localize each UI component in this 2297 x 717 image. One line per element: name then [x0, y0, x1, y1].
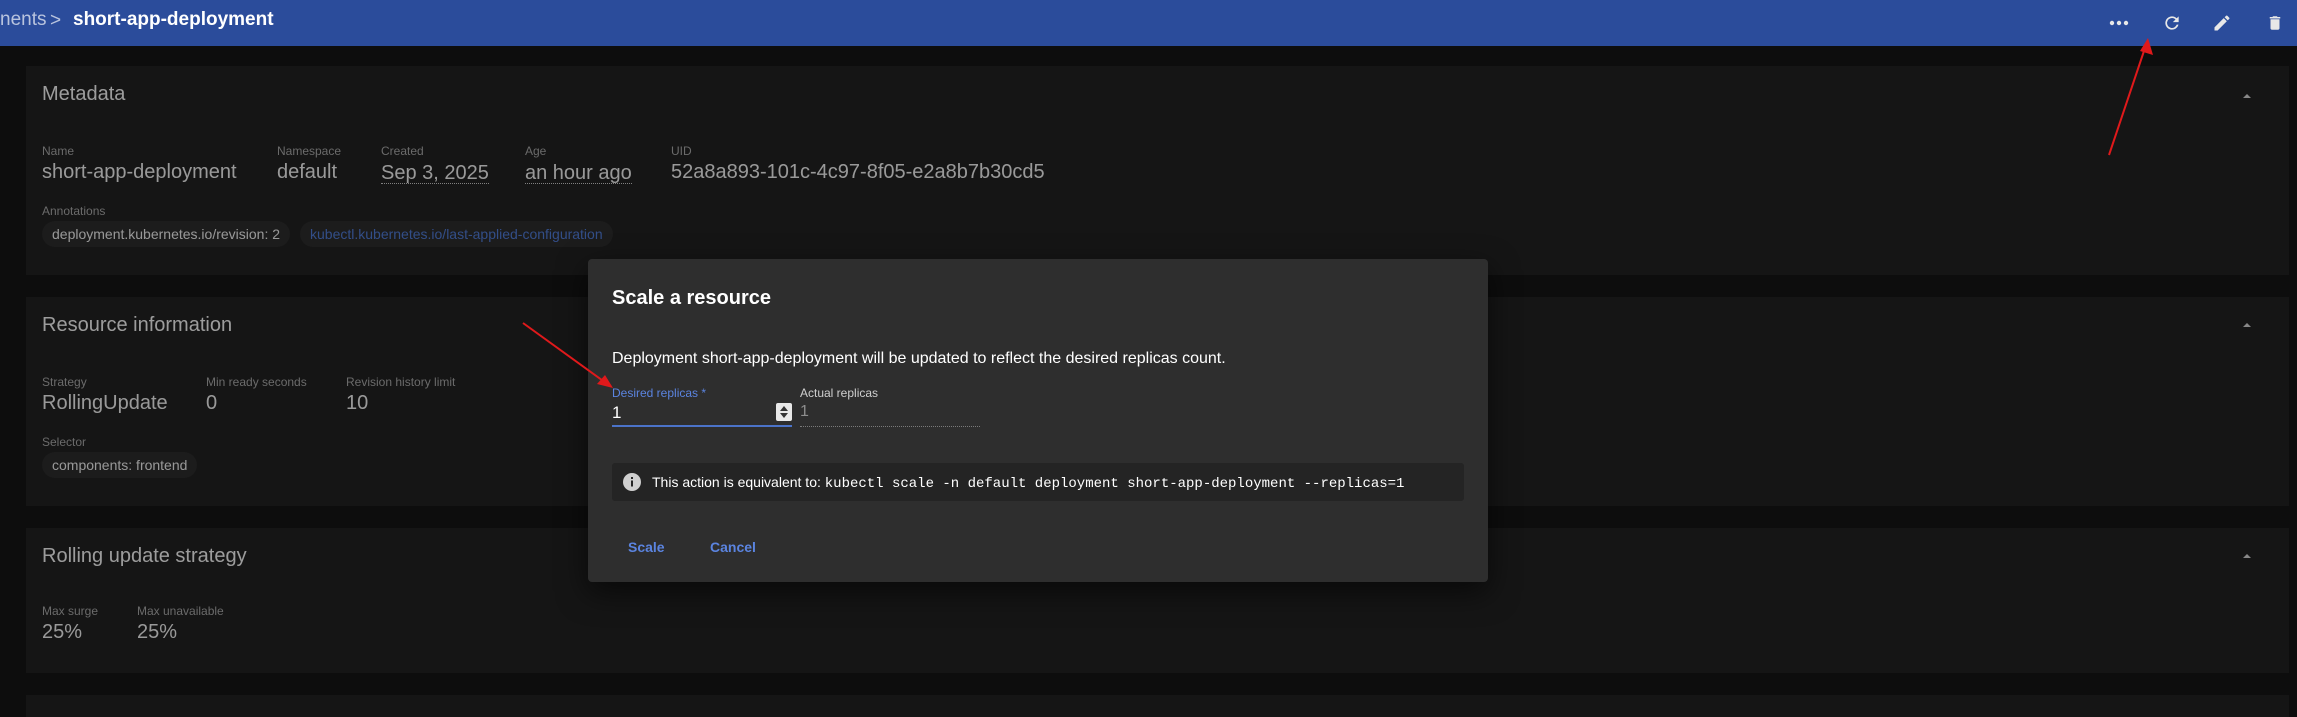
- top-bar: nents > short-app-deployment: [0, 0, 2297, 46]
- breadcrumb-separator: >: [50, 10, 62, 31]
- command-code: kubectl scale -n default deployment shor…: [824, 476, 1405, 492]
- scale-dialog: Scale a resource Deployment short-app-de…: [588, 259, 1488, 582]
- edit-icon[interactable]: [2206, 7, 2238, 39]
- scale-button[interactable]: Scale: [628, 539, 665, 555]
- delete-icon[interactable]: [2259, 7, 2291, 39]
- actual-replicas-field: 1: [800, 397, 980, 427]
- breadcrumb-current: short-app-deployment: [73, 9, 274, 30]
- info-icon: [623, 473, 641, 491]
- desired-replicas-input[interactable]: [612, 397, 762, 423]
- cancel-button[interactable]: Cancel: [710, 539, 756, 555]
- stepper-icon[interactable]: [776, 403, 792, 421]
- command-info-box: This action is equivalent to: kubectl sc…: [612, 463, 1464, 501]
- command-info-prefix: This action is equivalent to:: [652, 474, 821, 490]
- refresh-icon[interactable]: [2156, 7, 2188, 39]
- dialog-title: Scale a resource: [612, 287, 771, 309]
- more-icon[interactable]: [2103, 7, 2135, 39]
- breadcrumb-parent[interactable]: nents: [0, 9, 46, 31]
- desired-replicas-input-wrapper: [612, 397, 792, 427]
- command-info-text: This action is equivalent to: kubectl sc…: [652, 474, 1404, 492]
- dialog-description: Deployment short-app-deployment will be …: [612, 350, 1226, 367]
